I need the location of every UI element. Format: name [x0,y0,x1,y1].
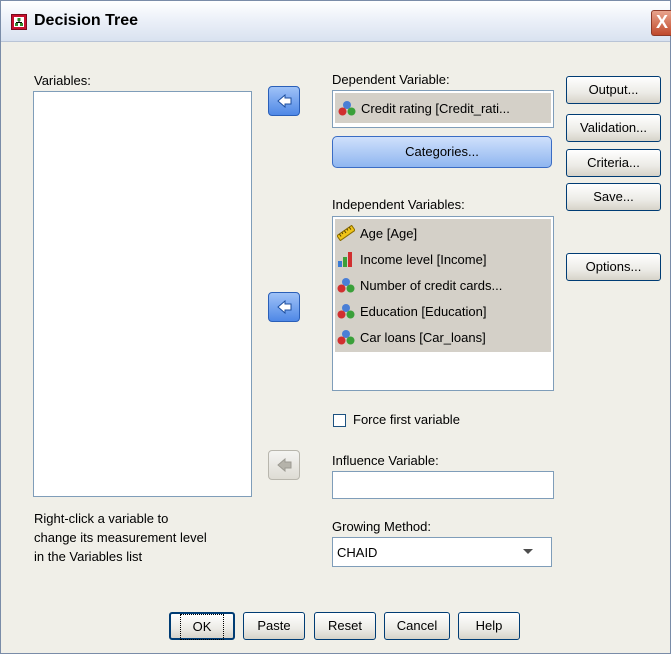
variables-hint-line-2: change its measurement level [34,530,207,545]
decision-tree-dialog: Decision Tree X Variables: Right-click a… [0,0,671,654]
arrow-right-icon [277,94,292,108]
list-item[interactable]: Education [Education] [337,300,486,322]
validation-button[interactable]: Validation... [566,114,661,142]
nominal-balls-icon [338,101,356,116]
close-button[interactable]: X [651,10,671,36]
variables-hint-line-1: Right-click a variable to [34,511,169,526]
paste-button[interactable]: Paste [243,612,305,640]
variables-listbox[interactable] [33,91,252,497]
growing-method-value: CHAID [337,545,378,560]
dependent-variable-field[interactable]: Credit rating [Credit_rati... [332,90,554,128]
list-item[interactable]: Car loans [Car_loans] [337,326,486,348]
options-button[interactable]: Options... [566,253,661,281]
influence-variable-label: Influence Variable: [332,453,439,468]
growing-method-select[interactable]: CHAID [332,537,552,567]
dependent-variable-label: Dependent Variable: [332,72,450,87]
ok-button[interactable]: OK [169,612,235,640]
growing-method-label: Growing Method: [332,519,431,534]
move-to-independent-button[interactable] [268,292,300,322]
save-button[interactable]: Save... [566,183,661,211]
dependent-variable-item[interactable]: Credit rating [Credit_rati... [335,93,551,123]
nominal-balls-icon [337,304,355,319]
output-button[interactable]: Output... [566,76,661,104]
variables-hint-line-3: in the Variables list [34,549,143,564]
window-title: Decision Tree [34,12,139,29]
move-to-influence-button[interactable] [268,450,300,480]
decision-tree-app-icon [11,14,27,30]
reset-button[interactable]: Reset [314,612,376,640]
help-button[interactable]: Help [458,612,520,640]
ruler-icon [337,225,355,241]
list-item[interactable]: Age [Age] [337,222,417,244]
cancel-button[interactable]: Cancel [384,612,450,640]
categories-button[interactable]: Categories... [332,136,552,168]
influence-variable-field[interactable] [332,471,554,499]
independent-variables-label: Independent Variables: [332,197,465,212]
arrow-right-icon [277,300,292,314]
list-item[interactable]: Number of credit cards... [337,274,502,296]
title-bar: Decision Tree X [1,1,671,42]
nominal-balls-icon [337,330,355,345]
close-icon: X [655,12,668,32]
ordinal-bar-icon [338,252,352,267]
force-first-label: Force first variable [353,412,460,427]
move-to-dependent-button[interactable] [268,86,300,116]
independent-variables-listbox[interactable]: Age [Age] Income level [Income] Number o… [332,216,554,391]
chevron-down-icon [523,549,533,554]
nominal-balls-icon [337,278,355,293]
arrow-right-icon [277,458,292,472]
variables-label: Variables: [34,73,91,88]
criteria-button[interactable]: Criteria... [566,149,661,177]
list-item[interactable]: Income level [Income] [337,248,486,270]
dependent-variable-value: Credit rating [Credit_rati... [361,100,510,116]
force-first-checkbox[interactable] [333,414,346,427]
